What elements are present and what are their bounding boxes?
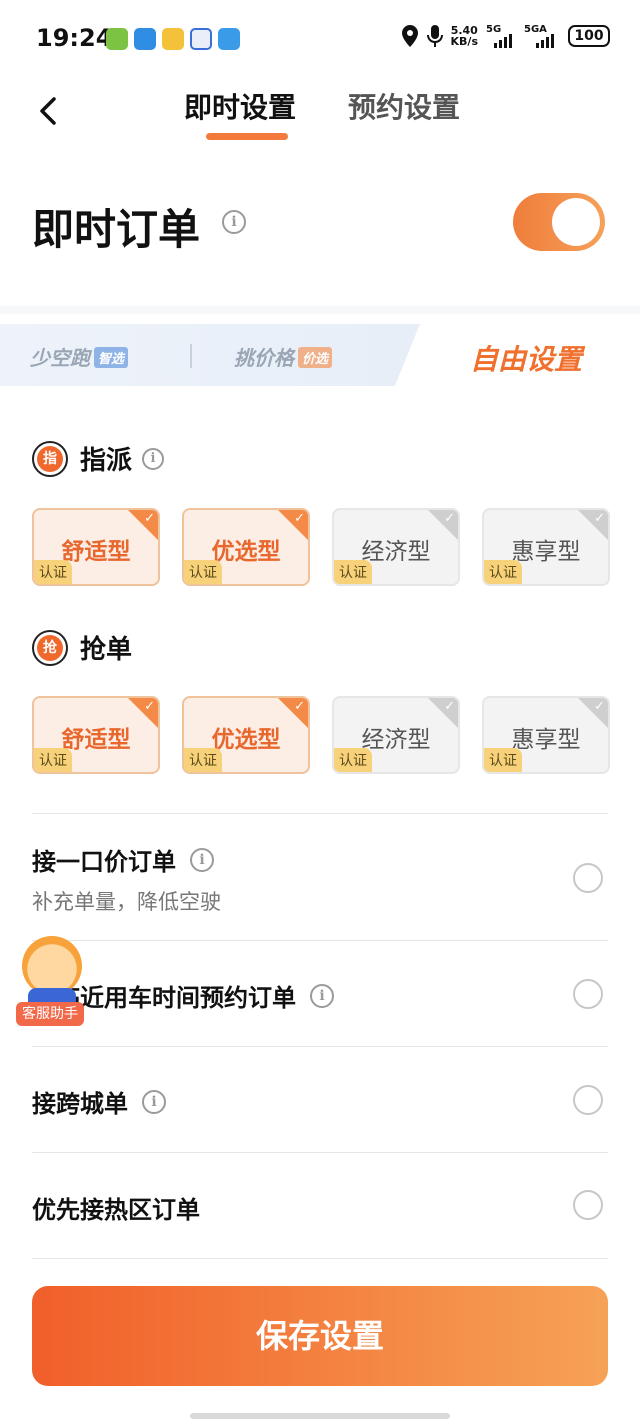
check-icon: ✓ (144, 511, 155, 526)
divider (32, 1046, 608, 1047)
divider (32, 940, 608, 941)
mode-badge: 价选 (298, 347, 333, 368)
info-icon[interactable]: i (310, 983, 334, 1008)
grab-section-header: 抢 抢单 (32, 629, 132, 666)
car-type-card[interactable]: ✓ 舒适型 认证 (32, 508, 160, 586)
tab-reservation-settings[interactable]: 预约设置 (348, 86, 460, 126)
grab-title: 抢单 (80, 635, 133, 665)
location-icon (401, 25, 418, 47)
check-icon: ✓ (594, 699, 605, 714)
signal-icon: 5G (486, 24, 516, 48)
app-notification-icon (162, 28, 184, 50)
divider (32, 1258, 608, 1259)
app-notification-icon (134, 28, 156, 50)
option-hot-zone-radio[interactable] (573, 1190, 603, 1220)
dispatch-section-header: 指 指派 i (32, 440, 165, 477)
car-type-card[interactable]: ✓ 舒适型 认证 (32, 696, 160, 774)
check-icon: ✓ (444, 699, 455, 714)
active-tab-indicator (206, 133, 288, 140)
helper-avatar-icon (22, 936, 82, 996)
mode-free-setting[interactable]: 自由设置 (470, 338, 582, 378)
certified-tag: 认证 (34, 748, 72, 772)
certified-tag: 认证 (334, 748, 372, 772)
tab-instant-settings[interactable]: 即时设置 (184, 86, 296, 126)
certified-tag: 认证 (334, 560, 372, 584)
check-icon: ✓ (444, 511, 455, 526)
info-icon[interactable]: i (222, 210, 246, 234)
car-type-card[interactable]: ✓ 惠享型 认证 (482, 696, 610, 774)
info-icon[interactable]: i (142, 1089, 166, 1114)
home-indicator (190, 1413, 450, 1419)
section-divider (0, 306, 640, 314)
save-settings-button[interactable]: 保存设置 (32, 1286, 608, 1386)
info-icon[interactable]: i (190, 847, 214, 872)
battery-indicator: 100 (568, 25, 610, 47)
mode-pick-price[interactable]: 挑价格 价选 (234, 342, 333, 371)
app-notification-icon (190, 28, 212, 50)
option-intercity: 接跨城单 i (32, 1084, 166, 1119)
dispatch-title: 指派 (80, 446, 133, 476)
mode-selector: 少空跑 智选 挑价格 价选 自由设置 (0, 314, 640, 400)
divider (32, 813, 608, 814)
option-intercity-radio[interactable] (573, 1085, 603, 1115)
mode-badge: 智选 (94, 347, 129, 368)
dispatch-car-types: ✓ 舒适型 认证 ✓ 优选型 认证 ✓ 经济型 认证 ✓ 惠享型 认证 (32, 508, 610, 586)
certified-tag: 认证 (484, 560, 522, 584)
option-fixed-price-radio[interactable] (573, 863, 603, 893)
microphone-icon (426, 25, 443, 47)
app-notification-icon (218, 28, 240, 50)
certified-tag: 认证 (184, 560, 222, 584)
option-near-reservation-radio[interactable] (573, 979, 603, 1009)
instant-order-toggle[interactable] (513, 193, 605, 251)
car-type-card[interactable]: ✓ 优选型 认证 (182, 508, 310, 586)
network-speed: 5.40 KB/s (450, 24, 478, 48)
check-icon: ✓ (144, 699, 155, 714)
check-icon: ✓ (294, 699, 305, 714)
signal-icon: 5GA (524, 24, 560, 48)
customer-service-helper[interactable]: 客服助手 (16, 936, 86, 1028)
option-fixed-price-subtitle: 补充单量，降低空驶 (32, 890, 221, 914)
option-fixed-price: 接一口价订单 i (32, 842, 214, 877)
certified-tag: 认证 (484, 748, 522, 772)
instant-order-title: 即时订单 (32, 205, 201, 254)
certified-tag: 认证 (184, 748, 222, 772)
grab-car-types: ✓ 舒适型 认证 ✓ 优选型 认证 ✓ 经济型 认证 ✓ 惠享型 认证 (32, 696, 610, 774)
status-bar: 19:24 5.40 KB/s 5G 5GA 100 (0, 0, 640, 80)
mode-separator (190, 344, 192, 368)
mode-less-empty[interactable]: 少空跑 智选 (30, 342, 129, 371)
helper-label: 客服助手 (16, 1002, 84, 1026)
status-time: 19:24 (36, 24, 113, 52)
car-type-card[interactable]: ✓ 惠享型 认证 (482, 508, 610, 586)
option-hot-zone: 优先接热区订单 (32, 1196, 200, 1224)
car-type-card[interactable]: ✓ 经济型 认证 (332, 508, 460, 586)
check-icon: ✓ (594, 511, 605, 526)
toggle-knob (552, 198, 600, 246)
grab-icon: 抢 (32, 629, 68, 666)
certified-tag: 认证 (34, 560, 72, 584)
status-right: 5.40 KB/s 5G 5GA 100 (401, 24, 610, 48)
car-type-card[interactable]: ✓ 优选型 认证 (182, 696, 310, 774)
back-arrow-icon[interactable] (36, 96, 62, 126)
check-icon: ✓ (294, 511, 305, 526)
info-icon[interactable]: i (142, 447, 165, 470)
notification-icons (106, 28, 240, 50)
app-notification-icon (106, 28, 128, 50)
dispatch-icon: 指 (32, 440, 68, 477)
car-type-card[interactable]: ✓ 经济型 认证 (332, 696, 460, 774)
divider (32, 1152, 608, 1153)
